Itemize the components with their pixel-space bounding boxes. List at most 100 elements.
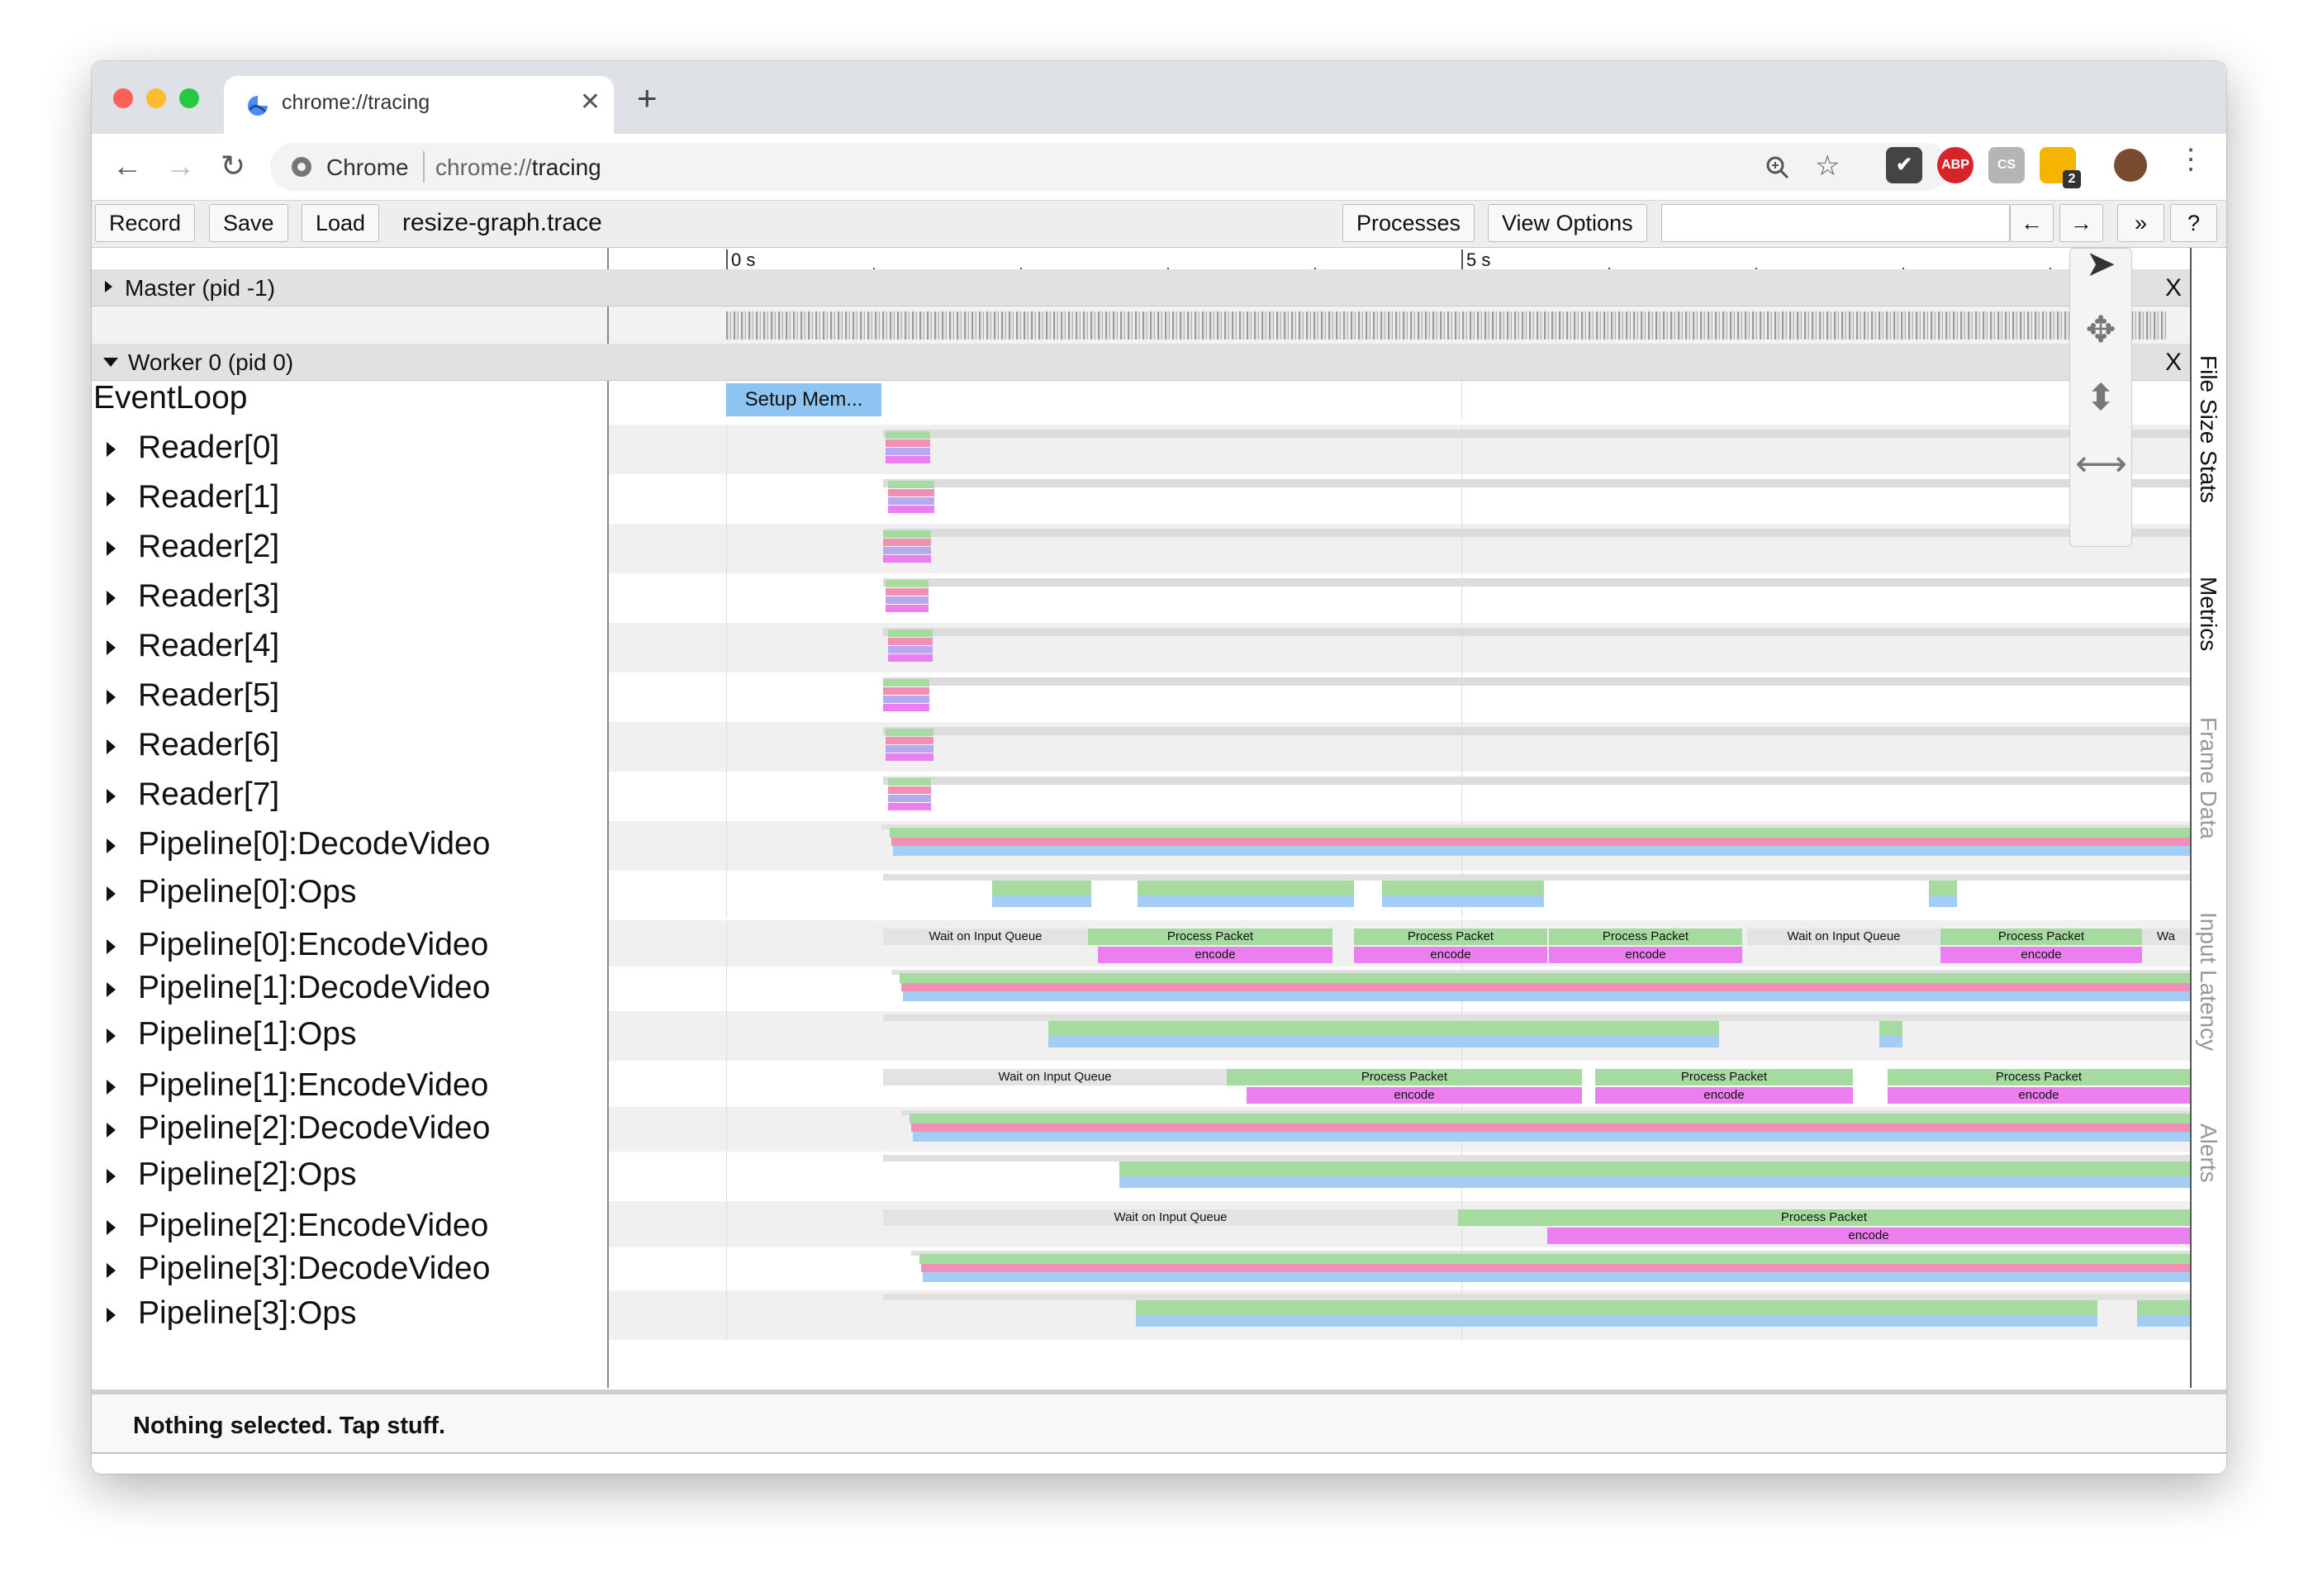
- notes-extension-icon[interactable]: 2: [2040, 147, 2081, 188]
- reader-slice[interactable]: [883, 547, 931, 554]
- setup-memory-slice[interactable]: Setup Mem...: [726, 383, 881, 416]
- expand-triangle-icon[interactable]: [107, 886, 116, 901]
- reader-slice[interactable]: [886, 753, 933, 761]
- reader-slice[interactable]: [886, 737, 933, 744]
- ops-slice-green[interactable]: [1382, 881, 1544, 895]
- process-packet-slice[interactable]: Process Packet: [1227, 1069, 1582, 1085]
- reader-idle-bar[interactable]: [883, 727, 2190, 735]
- reader-slice[interactable]: [886, 580, 929, 587]
- reader-slice[interactable]: [888, 654, 933, 662]
- decode-bar-pink[interactable]: [911, 1123, 2190, 1132]
- decode-bar-blue[interactable]: [893, 846, 2190, 856]
- expand-triangle-icon[interactable]: [107, 442, 116, 457]
- expand-triangle-icon[interactable]: [107, 982, 116, 997]
- encode-slice[interactable]: encode: [1247, 1087, 1582, 1104]
- decode-bar-pink[interactable]: [901, 983, 2190, 991]
- expand-triangle-icon[interactable]: [107, 1123, 116, 1138]
- expand-triangle-icon[interactable]: [107, 1220, 116, 1235]
- zoom-icon[interactable]: [1765, 155, 1790, 180]
- ops-idle-bar[interactable]: [883, 874, 2190, 881]
- reader-slice[interactable]: [886, 745, 933, 753]
- bookmark-star-icon[interactable]: ☆: [1815, 150, 1840, 183]
- back-arrow-icon[interactable]: ←: [107, 145, 148, 187]
- forward-arrow-icon[interactable]: →: [159, 145, 201, 187]
- decode-bar-green[interactable]: [919, 1254, 2190, 1264]
- pan-mode-icon[interactable]: ✥: [2075, 302, 2126, 359]
- new-tab-icon[interactable]: +: [637, 81, 658, 116]
- ops-slice-green[interactable]: [1136, 1300, 2097, 1315]
- reader-slice[interactable]: [888, 481, 934, 488]
- expand-triangle-icon[interactable]: [107, 690, 116, 705]
- ops-slice-green[interactable]: [1138, 881, 1354, 895]
- tab-frame-data[interactable]: Frame Data: [2195, 717, 2221, 839]
- expand-triangle-icon[interactable]: [107, 591, 116, 606]
- pocket-icon[interactable]: ✔: [1886, 147, 1922, 183]
- encode-slice[interactable]: encode: [1098, 947, 1332, 963]
- ops-slice-blue[interactable]: [1382, 895, 1544, 907]
- ops-slice-blue[interactable]: [1929, 895, 1957, 907]
- encode-slice[interactable]: encode: [1549, 947, 1742, 963]
- reader-slice[interactable]: [886, 448, 930, 455]
- wait-on-input-queue-slice[interactable]: Wait on Input Queue: [1747, 929, 1940, 945]
- timing-mode-icon[interactable]: ⟷: [2075, 435, 2127, 493]
- browser-tab[interactable]: chrome://tracing ✕: [224, 76, 614, 134]
- reader-slice[interactable]: [888, 778, 931, 786]
- ops-slice-green[interactable]: [2137, 1300, 2190, 1315]
- close-process-button[interactable]: X: [2165, 274, 2182, 302]
- expand-triangle-icon[interactable]: [107, 640, 116, 655]
- process-header-worker[interactable]: Worker 0 (pid 0) X: [92, 344, 2192, 381]
- expand-triangle-icon[interactable]: [105, 281, 112, 292]
- profile-avatar[interactable]: [2114, 149, 2147, 182]
- ops-slice-blue[interactable]: [1119, 1176, 2190, 1188]
- reader-slice[interactable]: [886, 605, 929, 612]
- expand-triangle-icon[interactable]: [107, 541, 116, 556]
- ops-idle-bar[interactable]: [883, 1294, 2190, 1300]
- ops-slice-blue[interactable]: [1136, 1315, 2097, 1327]
- expand-triangle-icon[interactable]: [107, 789, 116, 804]
- decode-bar-green[interactable]: [900, 973, 2190, 983]
- process-packet-slice[interactable]: Process Packet: [1458, 1209, 2190, 1226]
- process-header-master[interactable]: Master (pid -1) X: [92, 269, 2192, 306]
- expand-triangle-icon[interactable]: [107, 492, 116, 506]
- reader-slice[interactable]: [883, 696, 929, 703]
- reader-slice[interactable]: [883, 704, 929, 711]
- decode-bar-pink[interactable]: [921, 1264, 2190, 1272]
- encode-slice[interactable]: encode: [1547, 1228, 2190, 1244]
- ops-idle-bar[interactable]: [883, 1014, 2190, 1021]
- maximize-window-button[interactable]: [179, 88, 199, 108]
- ops-slice-blue[interactable]: [992, 895, 1091, 907]
- master-counter-track[interactable]: [92, 306, 2192, 345]
- ops-slice-blue[interactable]: [2137, 1315, 2190, 1327]
- reader-slice[interactable]: [888, 506, 934, 513]
- ops-slice-blue[interactable]: [1138, 895, 1354, 907]
- reader-slice[interactable]: [883, 539, 931, 546]
- close-process-button[interactable]: X: [2165, 349, 2182, 377]
- expand-triangle-icon[interactable]: [107, 838, 116, 853]
- reader-idle-bar[interactable]: [883, 677, 2190, 686]
- wait-trailing-slice[interactable]: Wa: [2142, 929, 2190, 945]
- reader-slice[interactable]: [883, 555, 931, 563]
- process-packet-slice[interactable]: Process Packet: [1088, 929, 1332, 945]
- ops-slice-green[interactable]: [1119, 1161, 2190, 1176]
- reader-slice[interactable]: [886, 729, 933, 736]
- reload-icon[interactable]: ↻: [212, 145, 254, 187]
- close-window-button[interactable]: [113, 88, 133, 108]
- view-options-button[interactable]: View Options: [1488, 204, 1647, 242]
- reader-slice[interactable]: [883, 687, 929, 695]
- expand-triangle-icon[interactable]: [107, 939, 116, 954]
- process-packet-slice[interactable]: Process Packet: [1595, 1069, 1853, 1085]
- ops-slice-blue[interactable]: [1879, 1036, 1902, 1047]
- decode-bar-blue[interactable]: [923, 1272, 2190, 1282]
- decode-bar-green[interactable]: [890, 828, 2190, 838]
- wait-on-input-queue-slice[interactable]: Wait on Input Queue: [883, 929, 1088, 945]
- decode-bar-green[interactable]: [910, 1114, 2190, 1123]
- reader-idle-bar[interactable]: [883, 578, 2190, 587]
- zoom-mode-icon[interactable]: ⬍: [2075, 369, 2126, 427]
- minimize-window-button[interactable]: [146, 88, 166, 108]
- expand-triangle-icon[interactable]: [107, 1169, 116, 1184]
- reader-slice[interactable]: [888, 497, 934, 505]
- selection-mode-arrow-icon[interactable]: ➤: [2075, 235, 2126, 293]
- wait-on-input-queue-slice[interactable]: Wait on Input Queue: [883, 1209, 1458, 1226]
- reader-slice[interactable]: [883, 530, 931, 538]
- reader-idle-bar[interactable]: [883, 430, 2190, 438]
